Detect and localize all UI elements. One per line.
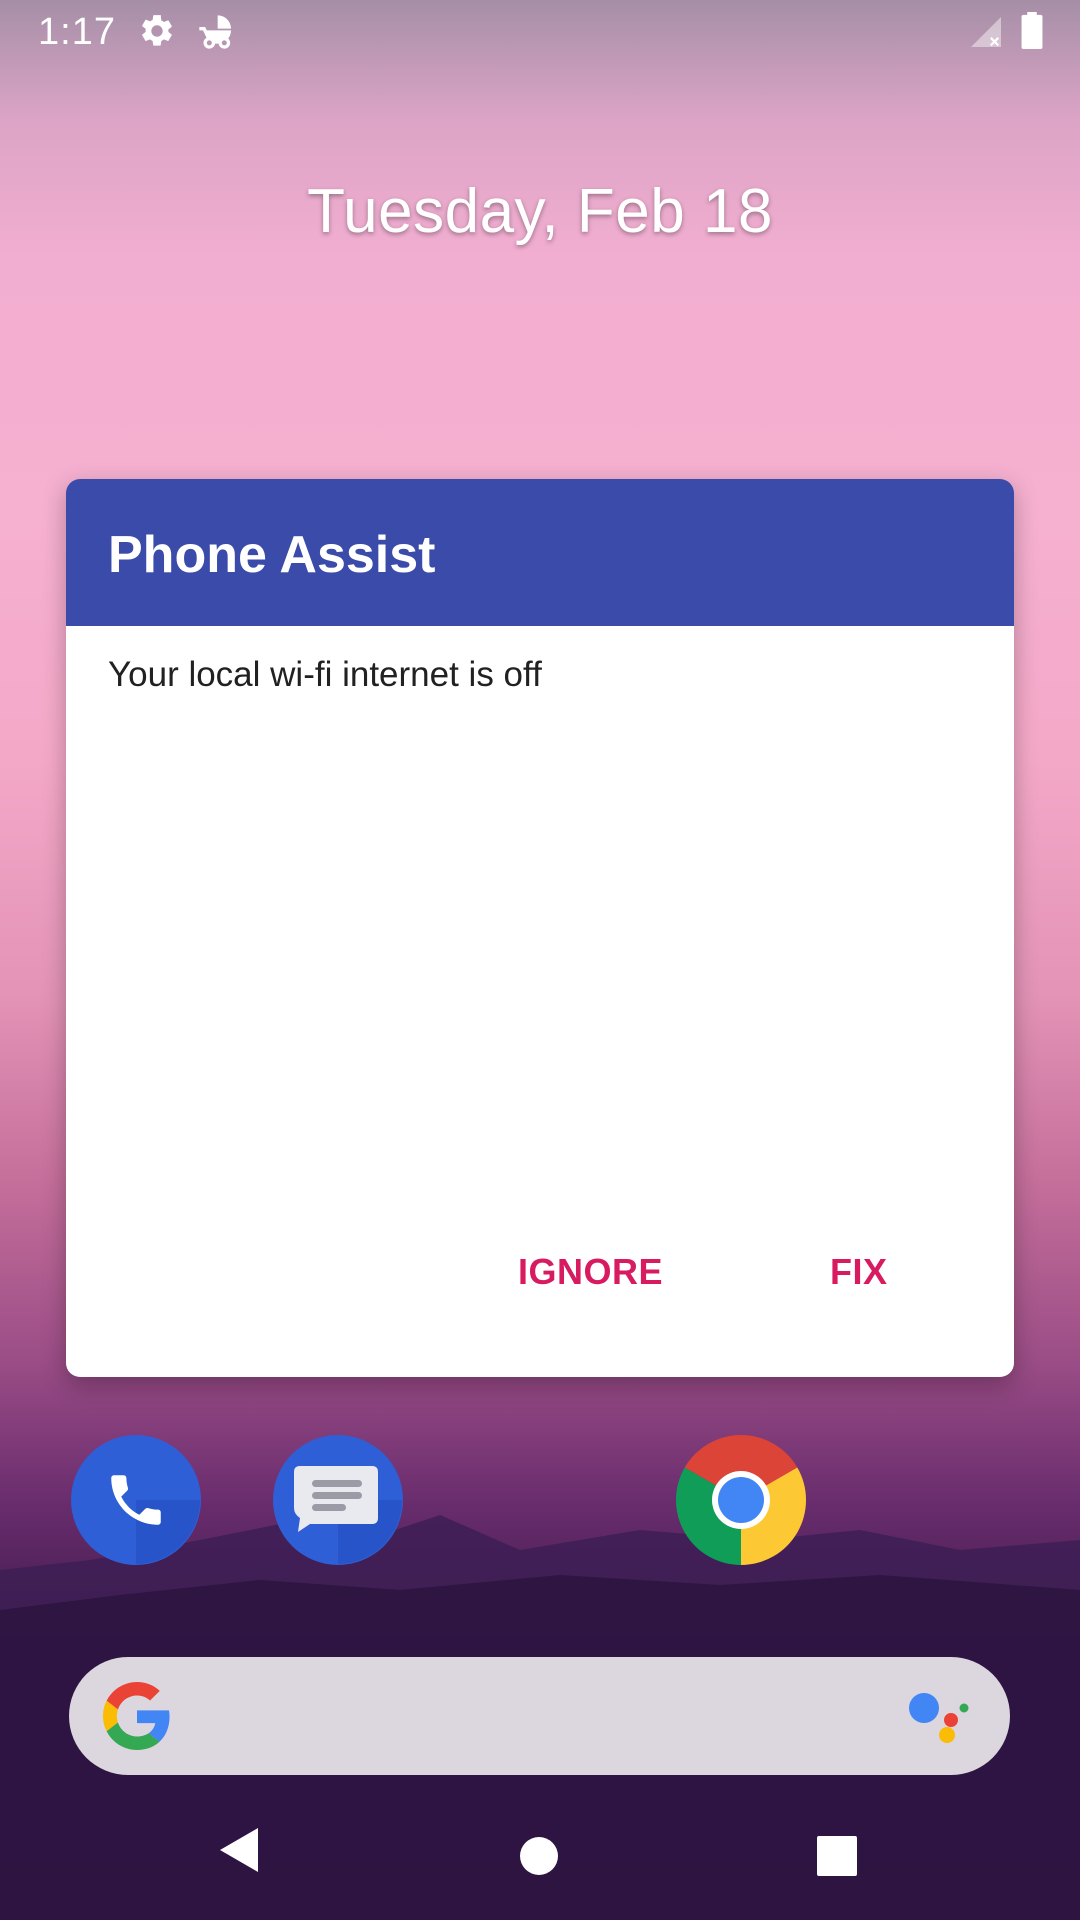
stroller-icon <box>199 15 231 49</box>
status-bar: 1:17 <box>0 0 1080 66</box>
assistant-icon[interactable] <box>908 1690 970 1744</box>
recents-icon[interactable] <box>817 1836 857 1876</box>
dialog-title: Phone Assist <box>108 526 436 584</box>
fix-button[interactable]: FIX <box>830 1251 888 1293</box>
status-time: 1:17 <box>38 11 116 53</box>
dialog-header: Phone Assist <box>66 479 1014 626</box>
battery-icon <box>1021 12 1043 50</box>
phone-assist-dialog: Phone Assist Your local wi-fi internet i… <box>66 479 1014 1377</box>
phone-app-icon[interactable] <box>70 1434 202 1566</box>
google-search-bar[interactable] <box>69 1657 1010 1775</box>
messages-app-icon[interactable] <box>272 1434 404 1566</box>
home-date[interactable]: Tuesday, Feb 18 <box>0 176 1080 247</box>
back-icon[interactable] <box>218 1826 260 1874</box>
chrome-app-icon[interactable] <box>675 1434 807 1566</box>
signal-off-icon <box>971 17 1001 47</box>
ignore-button[interactable]: IGNORE <box>518 1251 663 1293</box>
google-g-icon <box>103 1682 170 1750</box>
dialog-message: Your local wi-fi internet is off <box>108 655 542 694</box>
home-icon[interactable] <box>520 1837 558 1875</box>
gear-icon <box>142 15 172 46</box>
